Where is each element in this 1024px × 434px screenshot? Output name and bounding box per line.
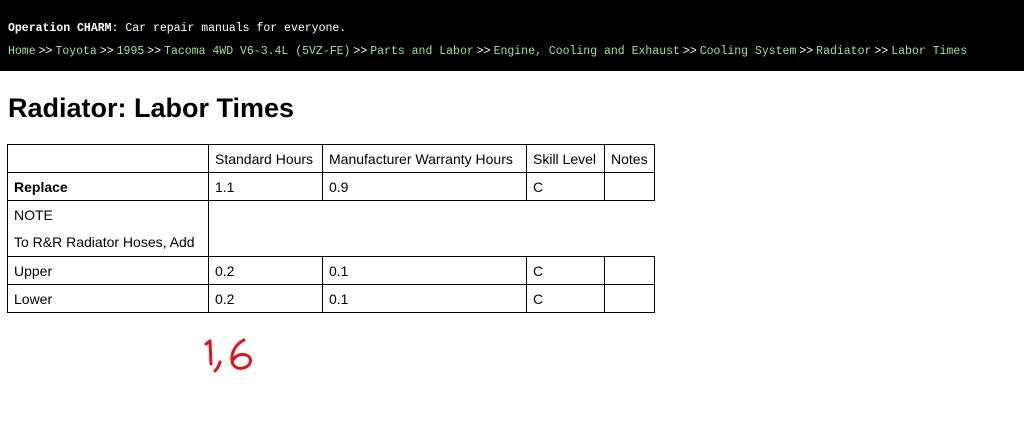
breadcrumb-separator: >> (476, 45, 491, 58)
breadcrumb-separator: >> (353, 45, 368, 58)
cell-warranty-hours: 0.9 (322, 172, 527, 201)
breadcrumb-labor-times[interactable]: Labor Times (891, 45, 967, 58)
breadcrumb-separator: >> (99, 45, 114, 58)
note-text: To R&R Radiator Hoses, Add (7, 228, 209, 257)
breadcrumb-radiator[interactable]: Radiator (816, 45, 871, 58)
tagline-text: : Car repair manuals for everyone. (111, 22, 347, 35)
site-header: Operation CHARM: Car repair manuals for … (0, 0, 1024, 71)
breadcrumb-home[interactable]: Home (8, 45, 36, 58)
cell-standard-hours: 1.1 (208, 172, 323, 201)
table-row: Replace 1.1 0.9 C (7, 172, 655, 201)
breadcrumb-separator: >> (147, 45, 162, 58)
table-row: Upper 0.2 0.1 C (7, 256, 655, 285)
breadcrumb-separator: >> (682, 45, 697, 58)
breadcrumb-separator: >> (874, 45, 889, 58)
note-blank (208, 228, 655, 257)
table-row: Lower 0.2 0.1 C (7, 284, 655, 313)
breadcrumb-make[interactable]: Toyota (55, 45, 96, 58)
cell-standard-hours: 0.2 (208, 256, 323, 285)
column-header-warranty-hours: Manufacturer Warranty Hours (322, 144, 527, 173)
column-header-standard-hours: Standard Hours (208, 144, 323, 173)
breadcrumb-separator: >> (38, 45, 53, 58)
breadcrumb: Home >> Toyota >> 1995 >> Tacoma 4WD V6-3.4L (… (8, 40, 1016, 63)
cell-skill-level: C (526, 256, 605, 285)
breadcrumb-engine[interactable]: Engine, Cooling and Exhaust (494, 45, 680, 58)
labor-times-table: Standard Hours Manufacturer Warranty Hou… (7, 144, 655, 313)
handwritten-annotation (200, 336, 270, 381)
cell-standard-hours: 0.2 (208, 284, 323, 313)
breadcrumb-separator: >> (799, 45, 814, 58)
column-header-empty (7, 144, 209, 173)
cell-warranty-hours: 0.1 (322, 256, 527, 285)
row-label-replace: Replace (7, 172, 209, 201)
cell-warranty-hours: 0.1 (322, 284, 527, 313)
replace-label: Replace (14, 178, 68, 195)
breadcrumb-parts-labor[interactable]: Parts and Labor (370, 45, 474, 58)
note-label: NOTE (7, 200, 209, 229)
site-brand: Operation CHARM (8, 22, 112, 35)
row-label-upper: Upper (7, 256, 209, 285)
note-text-row: To R&R Radiator Hoses, Add (7, 228, 655, 257)
page-title: Radiator: Labor Times (8, 93, 295, 123)
column-header-notes: Notes (604, 144, 655, 173)
cell-notes (604, 256, 655, 285)
column-header-skill-level: Skill Level (526, 144, 605, 173)
site-tagline: Operation CHARM: Car repair manuals for … (8, 17, 1016, 40)
cell-notes (604, 172, 655, 201)
handwritten-total-drawing (204, 338, 252, 373)
note-row: NOTE (7, 200, 655, 229)
cell-notes (604, 284, 655, 313)
breadcrumb-cooling[interactable]: Cooling System (700, 45, 797, 58)
breadcrumb-year[interactable]: 1995 (117, 45, 145, 58)
cell-skill-level: C (526, 172, 605, 201)
row-label-lower: Lower (7, 284, 209, 313)
breadcrumb-model[interactable]: Tacoma 4WD V6-3.4L (5VZ-FE) (164, 45, 350, 58)
cell-skill-level: C (526, 284, 605, 313)
note-blank (208, 200, 655, 229)
table-header-row: Standard Hours Manufacturer Warranty Hou… (7, 144, 655, 173)
